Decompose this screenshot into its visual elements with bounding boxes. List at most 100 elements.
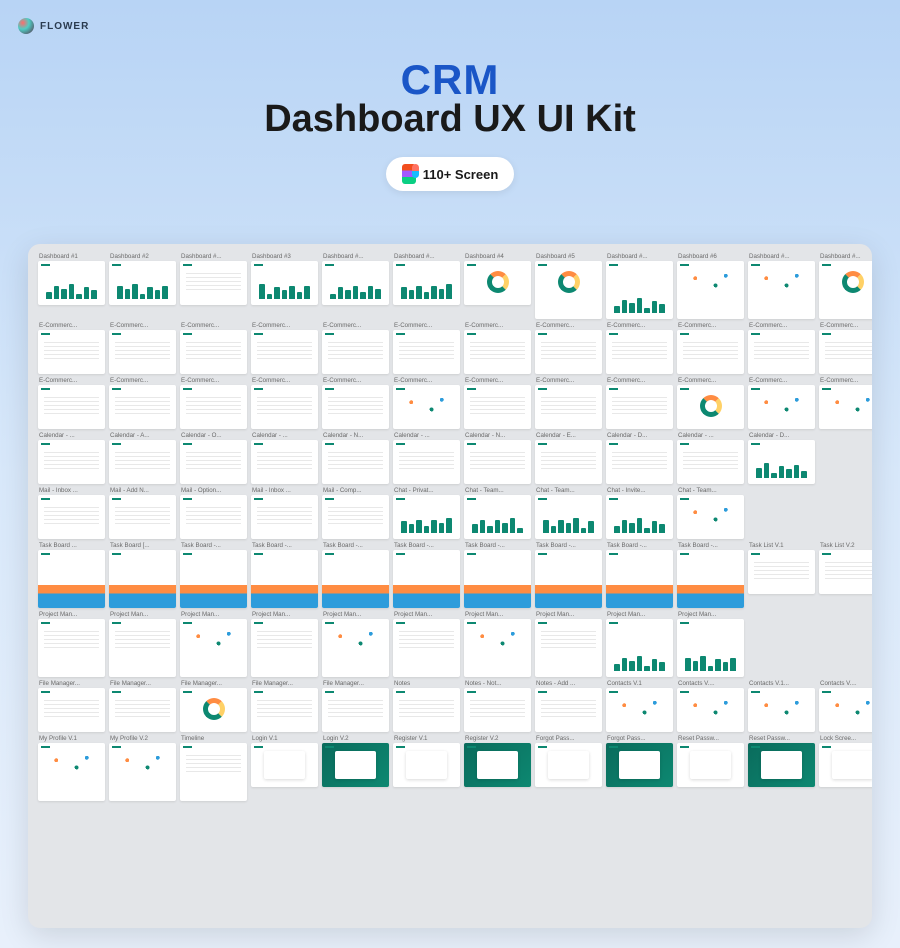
screen-cell[interactable]: Calendar - D... — [748, 431, 815, 484]
screen-cell[interactable]: Dashboard #2 — [109, 252, 176, 319]
screen-thumbnail[interactable] — [180, 385, 247, 429]
screen-cell[interactable]: Calendar - N... — [464, 431, 531, 484]
screen-cell[interactable]: Contacts V.... — [677, 679, 744, 732]
screen-cell[interactable]: Calendar - O... — [180, 431, 247, 484]
screen-thumbnail[interactable] — [38, 495, 105, 539]
screen-thumbnail[interactable] — [393, 619, 460, 677]
screen-cell[interactable]: Notes - Add ... — [535, 679, 602, 732]
screen-thumbnail[interactable] — [180, 495, 247, 539]
screen-cell[interactable]: Mail - Add N... — [109, 486, 176, 539]
screen-cell[interactable]: Task List V.2 — [819, 541, 872, 608]
screen-thumbnail[interactable] — [748, 261, 815, 319]
screen-thumbnail[interactable] — [109, 743, 176, 801]
screen-cell[interactable]: Reset Passw... — [677, 734, 744, 801]
screen-thumbnail[interactable] — [38, 440, 105, 484]
screen-cell[interactable]: Calendar - A... — [109, 431, 176, 484]
screen-thumbnail[interactable] — [322, 688, 389, 732]
screen-cell[interactable]: Task Board [... — [109, 541, 176, 608]
screen-thumbnail[interactable] — [464, 619, 531, 677]
screen-cell[interactable]: Project Man... — [464, 610, 531, 677]
screen-thumbnail[interactable] — [535, 550, 602, 608]
screen-cell[interactable]: Calendar - E... — [535, 431, 602, 484]
screen-cell[interactable]: Dashboard #... — [322, 252, 389, 319]
screen-thumbnail[interactable] — [180, 550, 247, 608]
screen-cell[interactable]: Dashboard #4 — [464, 252, 531, 319]
screen-cell[interactable]: Chat - Privat... — [393, 486, 460, 539]
screen-thumbnail[interactable] — [606, 330, 673, 374]
screen-cell[interactable]: Task Board -... — [322, 541, 389, 608]
screen-thumbnail[interactable] — [464, 330, 531, 374]
screen-thumbnail[interactable] — [322, 550, 389, 608]
screen-thumbnail[interactable] — [606, 550, 673, 608]
screen-cell[interactable]: E-Commerc... — [393, 376, 460, 429]
screen-thumbnail[interactable] — [393, 440, 460, 484]
screen-thumbnail[interactable] — [38, 688, 105, 732]
screen-cell[interactable]: Project Man... — [109, 610, 176, 677]
screen-thumbnail[interactable] — [535, 743, 602, 787]
screen-thumbnail[interactable] — [606, 261, 673, 319]
screen-thumbnail[interactable] — [819, 385, 872, 429]
screen-cell[interactable]: Project Man... — [606, 610, 673, 677]
screen-cell[interactable]: E-Commerc... — [819, 376, 872, 429]
screen-thumbnail[interactable] — [38, 385, 105, 429]
screen-cell[interactable]: Login V.1 — [251, 734, 318, 801]
screen-cell[interactable]: E-Commerc... — [38, 321, 105, 374]
screen-cell[interactable]: My Profile V.1 — [38, 734, 105, 801]
screen-cell[interactable]: Contacts V.1 — [606, 679, 673, 732]
screen-thumbnail[interactable] — [819, 743, 872, 787]
screen-thumbnail[interactable] — [180, 440, 247, 484]
screen-thumbnail[interactable] — [535, 385, 602, 429]
screen-cell[interactable]: E-Commerc... — [464, 376, 531, 429]
screen-thumbnail[interactable] — [251, 440, 318, 484]
screen-cell[interactable]: Mail - Inbox ... — [38, 486, 105, 539]
screen-thumbnail[interactable] — [180, 743, 247, 801]
screen-cell[interactable]: Project Man... — [677, 610, 744, 677]
screen-thumbnail[interactable] — [393, 261, 460, 305]
screen-cell[interactable]: E-Commerc... — [322, 321, 389, 374]
screen-cell[interactable]: Project Man... — [180, 610, 247, 677]
screen-cell[interactable]: Dashboard #... — [748, 252, 815, 319]
screen-thumbnail[interactable] — [606, 385, 673, 429]
screen-cell[interactable]: Contacts V.... — [819, 679, 872, 732]
screen-thumbnail[interactable] — [393, 743, 460, 787]
screen-thumbnail[interactable] — [38, 743, 105, 801]
screen-cell[interactable]: Dashboard #6 — [677, 252, 744, 319]
screen-thumbnail[interactable] — [606, 619, 673, 677]
screen-cell[interactable]: Calendar - ... — [251, 431, 318, 484]
screen-thumbnail[interactable] — [322, 385, 389, 429]
screen-thumbnail[interactable] — [677, 619, 744, 677]
screen-thumbnail[interactable] — [535, 330, 602, 374]
screen-cell[interactable]: E-Commerc... — [606, 376, 673, 429]
screen-cell[interactable]: Calendar - ... — [677, 431, 744, 484]
screen-cell[interactable]: Reset Passw... — [748, 734, 815, 801]
screen-thumbnail[interactable] — [180, 619, 247, 677]
screens-canvas[interactable]: Dashboard #1Dashboard #2Dashboard #...Da… — [28, 244, 872, 928]
screen-cell[interactable]: Notes — [393, 679, 460, 732]
screen-cell[interactable]: Calendar - D... — [606, 431, 673, 484]
screen-cell[interactable]: E-Commerc... — [535, 321, 602, 374]
screen-thumbnail[interactable] — [606, 743, 673, 787]
screen-thumbnail[interactable] — [109, 385, 176, 429]
screen-thumbnail[interactable] — [464, 550, 531, 608]
screen-cell[interactable]: Task Board -... — [606, 541, 673, 608]
screen-thumbnail[interactable] — [748, 550, 815, 594]
screen-thumbnail[interactable] — [677, 743, 744, 787]
screen-cell[interactable]: E-Commerc... — [819, 321, 872, 374]
screen-cell[interactable]: Chat - Team... — [677, 486, 744, 539]
screen-thumbnail[interactable] — [393, 330, 460, 374]
screen-thumbnail[interactable] — [251, 688, 318, 732]
screen-cell[interactable]: Dashboard #3 — [251, 252, 318, 319]
screen-thumbnail[interactable] — [606, 688, 673, 732]
screen-cell[interactable]: Mail - Inbox ... — [251, 486, 318, 539]
screen-cell[interactable]: E-Commerc... — [606, 321, 673, 374]
screen-thumbnail[interactable] — [322, 261, 389, 305]
screen-cell[interactable]: Mail - Comp... — [322, 486, 389, 539]
screen-thumbnail[interactable] — [819, 261, 872, 319]
screen-thumbnail[interactable] — [322, 440, 389, 484]
screen-cell[interactable]: Dashboard #... — [606, 252, 673, 319]
screen-thumbnail[interactable] — [819, 550, 872, 594]
screen-cell[interactable]: E-Commerc... — [322, 376, 389, 429]
screen-thumbnail[interactable] — [251, 495, 318, 539]
screen-cell[interactable]: Task Board -... — [393, 541, 460, 608]
screen-thumbnail[interactable] — [819, 330, 872, 374]
